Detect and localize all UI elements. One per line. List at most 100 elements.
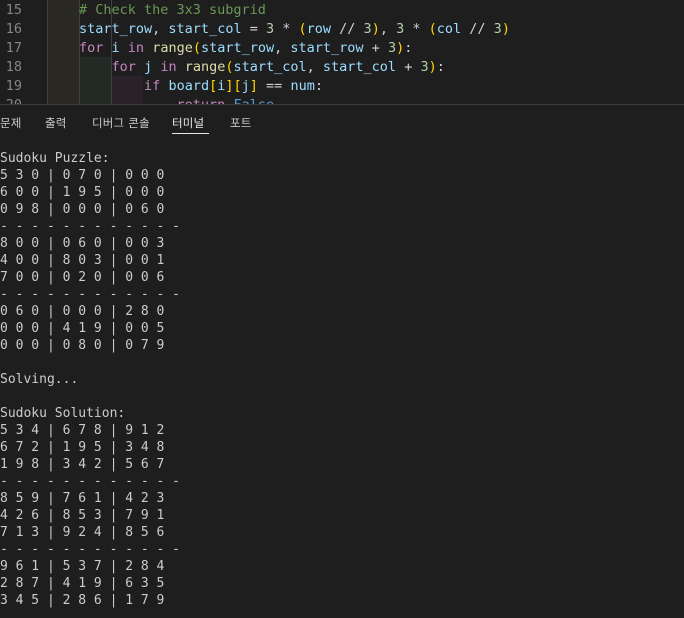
code-line: 20 return False [0,96,684,104]
code-token: ) [501,21,510,37]
line-number: 17 [5,40,22,56]
code-line: 18 for j in range(start_col, start_col +… [0,58,684,77]
code-line: 16 start_row, start_col = 3 * (row // 3),… [0,20,684,39]
code-token: ) [396,40,405,56]
code-token: + [363,40,388,56]
terminal-line: 6 7 2 | 1 9 5 | 3 4 8 [0,440,165,455]
code-token: , [379,21,397,37]
code-token: 3 [265,21,275,37]
code-token: start_row [290,40,364,56]
code-token: : [436,59,445,75]
terminal-line: 7 1 3 | 9 2 4 | 8 5 6 [0,525,165,540]
line-number: 18 [5,59,22,75]
code-token: j [144,59,153,75]
code-editor[interactable]: 15 # Check the 3x3 subgrid 16 start_row, st… [0,0,684,104]
code-token: board [168,78,210,94]
code-token: start_row [200,40,275,56]
code-line: 19 if board[i][j] == num: [0,77,684,96]
terminal-line: 4 0 0 | 8 0 3 | 0 0 1 [0,253,165,268]
code-token: 3 [420,59,429,75]
code-token: , [152,21,169,37]
code-token: [ [233,78,242,94]
tab-terminal[interactable]: 터미널 [172,115,204,131]
code-line: 15 # Check the 3x3 subgrid [0,1,684,20]
code-token: num [290,78,315,94]
terminal-line: 6 0 0 | 1 9 5 | 0 0 0 [0,185,165,200]
terminal-line: 4 2 6 | 8 5 3 | 7 9 1 [0,508,165,523]
code-token: 3 [396,21,405,37]
code-token: range [152,40,193,56]
tab-problems[interactable]: 문제 [0,115,22,131]
code-token: ] [249,78,258,94]
panel-tab-bar: 문제 출력 디버그 콘솔 터미널 포트 [0,105,684,138]
terminal-line: 2 8 7 | 4 1 9 | 6 3 5 [0,576,165,591]
line-number: 16 [5,21,22,37]
terminal-line: 7 0 0 | 0 2 0 | 0 0 6 [0,270,165,285]
code-token: in [152,59,185,75]
code-token: start_col [168,21,242,37]
tab-debug-console[interactable]: 디버그 콘솔 [92,115,150,131]
line-number: 15 [5,2,22,18]
terminal-line: - - - - - - - - - - - - [0,219,181,234]
code-token: col [436,21,462,37]
terminal-line: - - - - - - - - - - - - [0,542,181,557]
code-token: False [233,97,274,104]
code-token: ) [428,59,437,75]
code-text: start_row, start_col = 3 * (row // 3), 3… [79,20,510,39]
code-token: ( [428,21,437,37]
code-text: if board[i][j] == num: [79,77,323,96]
terminal-line: 3 4 5 | 2 8 6 | 1 7 9 [0,593,165,608]
code-token: == [257,78,291,94]
terminal-line: 0 6 0 | 0 0 0 | 2 8 0 [0,304,165,319]
code-token: , [306,59,323,75]
code-token: return [177,97,226,104]
code-token: , [274,40,291,56]
code-token: : [314,78,323,94]
terminal-line: 8 0 0 | 0 6 0 | 0 0 3 [0,236,165,251]
code-token: ) [371,21,380,37]
code-token: + [396,59,421,75]
terminal-line: 0 0 0 | 4 1 9 | 0 0 5 [0,321,165,336]
terminal-line: 0 9 8 | 0 0 0 | 0 6 0 [0,202,165,217]
code-token: * [404,21,429,37]
active-tab-indicator [172,133,209,134]
terminal-line: 5 3 4 | 6 7 8 | 9 1 2 [0,423,165,438]
code-token: in [119,40,153,56]
line-number: 19 [5,78,22,94]
code-token: // [461,21,494,37]
code-token: # Check the 3x3 subgrid [79,2,266,18]
terminal-line: 1 9 8 | 3 4 2 | 5 6 7 [0,457,165,472]
tab-output[interactable]: 출력 [45,115,67,131]
code-text: return False [79,96,275,104]
code-line: 17 for i in range(start_row, start_row + … [0,39,684,58]
code-token: // [331,21,364,37]
terminal-line: - - - - - - - - - - - - [0,474,181,489]
code-token: * [274,21,299,37]
code-token: 3 [387,40,397,56]
code-text: for j in range(start_col, start_col + 3)… [79,58,445,77]
code-token: 3 [493,21,502,37]
tab-ports[interactable]: 포트 [230,115,252,131]
terminal-line: 5 3 0 | 0 7 0 | 0 0 0 [0,168,165,183]
code-token: i [111,40,120,56]
terminal-output[interactable]: Sudoku Puzzle: 5 3 0 | 0 7 0 | 0 0 0 6 0 0… [0,150,684,609]
terminal-line: 9 6 1 | 5 3 7 | 2 8 4 [0,559,165,574]
terminal-line: Sudoku Solution: [0,406,126,421]
terminal-line: Solving... [0,372,79,387]
code-token: for [111,59,136,75]
code-token: 3 [363,21,372,37]
code-token: ] [225,78,234,94]
terminal-line: 8 5 9 | 7 6 1 | 4 2 3 [0,491,165,506]
code-text: # Check the 3x3 subgrid [79,1,266,20]
terminal-line: - - - - - - - - - - - - [0,287,181,302]
terminal-line: Sudoku Puzzle: [0,151,110,166]
code-token: ( [192,40,201,56]
code-token: start_row [79,21,153,37]
